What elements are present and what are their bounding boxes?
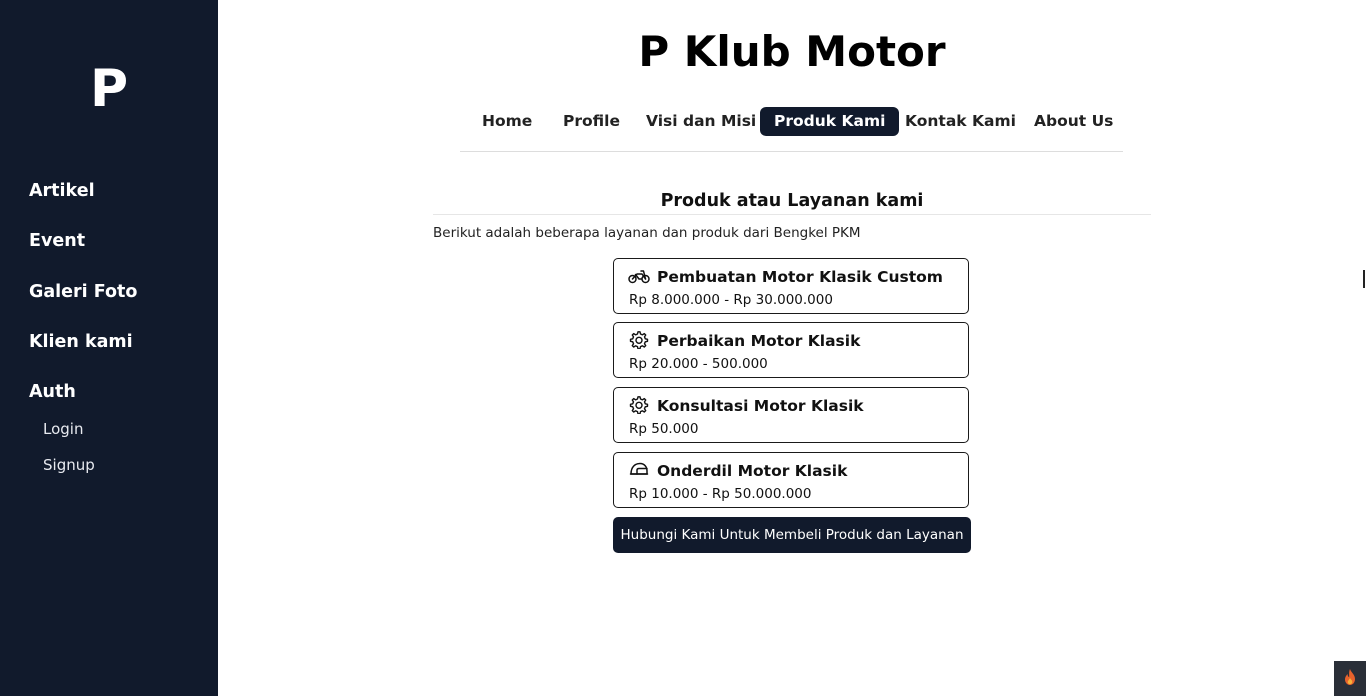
sidebar-subitem-signup[interactable]: Signup [43, 456, 95, 474]
sidebar: P Artikel Event Galeri Foto Klien kami A… [0, 0, 218, 696]
nav-divider [460, 151, 1123, 152]
sidebar-item-event[interactable]: Event [29, 231, 85, 251]
nav-about-us[interactable]: About Us [1020, 107, 1127, 136]
sidebar-item-galeri-foto[interactable]: Galeri Foto [29, 282, 137, 302]
text-cursor-icon [1363, 270, 1365, 288]
product-price: Rp 20.000 - 500.000 [629, 356, 768, 372]
nav-produk-kami[interactable]: Produk Kami [760, 107, 900, 136]
motorcycle-icon [628, 267, 650, 285]
product-name: Onderdil Motor Klasik [657, 462, 848, 480]
page-title: P Klub Motor [638, 27, 946, 76]
nav-visi-dan-misi[interactable]: Visi dan Misi [632, 107, 770, 136]
section-divider [433, 214, 1151, 215]
section-title: Produk atau Layanan kami [660, 191, 924, 211]
helmet-icon [628, 461, 650, 479]
main-content: P Klub Motor Home Profile Visi dan Misi … [218, 0, 1366, 696]
product-name: Pembuatan Motor Klasik Custom [657, 268, 943, 286]
nav-kontak-kami[interactable]: Kontak Kami [891, 107, 1030, 136]
sidebar-logo[interactable]: P [0, 58, 218, 120]
sidebar-item-artikel[interactable]: Artikel [29, 181, 95, 201]
product-price: Rp 50.000 [629, 421, 699, 437]
product-card: Pembuatan Motor Klasik Custom Rp 8.000.0… [613, 258, 969, 314]
sidebar-item-klien-kami[interactable]: Klien kami [29, 332, 133, 352]
product-card: Onderdil Motor Klasik Rp 10.000 - Rp 50.… [613, 452, 969, 508]
product-card: Konsultasi Motor Klasik Rp 50.000 [613, 387, 969, 443]
sidebar-item-auth[interactable]: Auth [29, 382, 76, 402]
product-name: Perbaikan Motor Klasik [657, 332, 861, 350]
debug-toolbar-button[interactable] [1334, 661, 1366, 696]
flame-icon [1343, 668, 1357, 690]
product-card: Perbaikan Motor Klasik Rp 20.000 - 500.0… [613, 322, 969, 378]
product-name: Konsultasi Motor Klasik [657, 397, 864, 415]
gear-icon [628, 396, 650, 415]
product-price: Rp 10.000 - Rp 50.000.000 [629, 486, 812, 502]
nav-home[interactable]: Home [468, 107, 546, 136]
product-price: Rp 8.000.000 - Rp 30.000.000 [629, 292, 833, 308]
gear-icon [628, 331, 650, 350]
section-description: Berikut adalah beberapa layanan dan prod… [433, 225, 861, 241]
nav-profile[interactable]: Profile [549, 107, 634, 136]
sidebar-subitem-login[interactable]: Login [43, 420, 83, 438]
contact-to-buy-button[interactable]: Hubungi Kami Untuk Membeli Produk dan La… [613, 517, 971, 553]
